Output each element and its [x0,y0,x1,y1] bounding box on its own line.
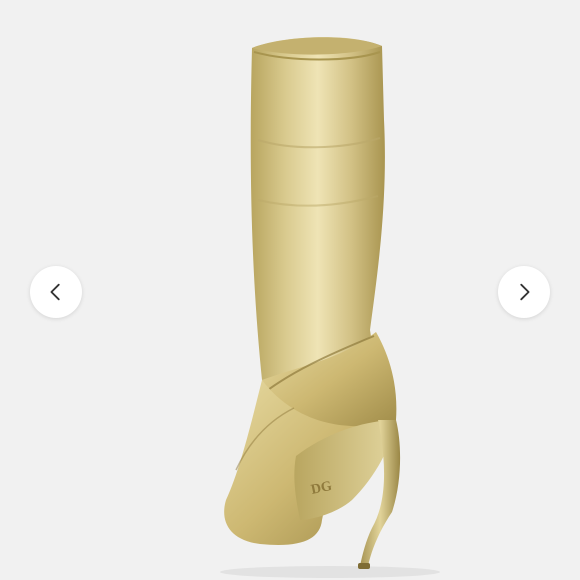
product-photo: DG [220,37,440,578]
chevron-right-icon [520,283,530,301]
previous-image-button[interactable] [30,266,82,318]
chevron-left-icon [50,283,60,301]
next-image-button[interactable] [498,266,550,318]
product-image-viewer: DG [0,0,580,580]
